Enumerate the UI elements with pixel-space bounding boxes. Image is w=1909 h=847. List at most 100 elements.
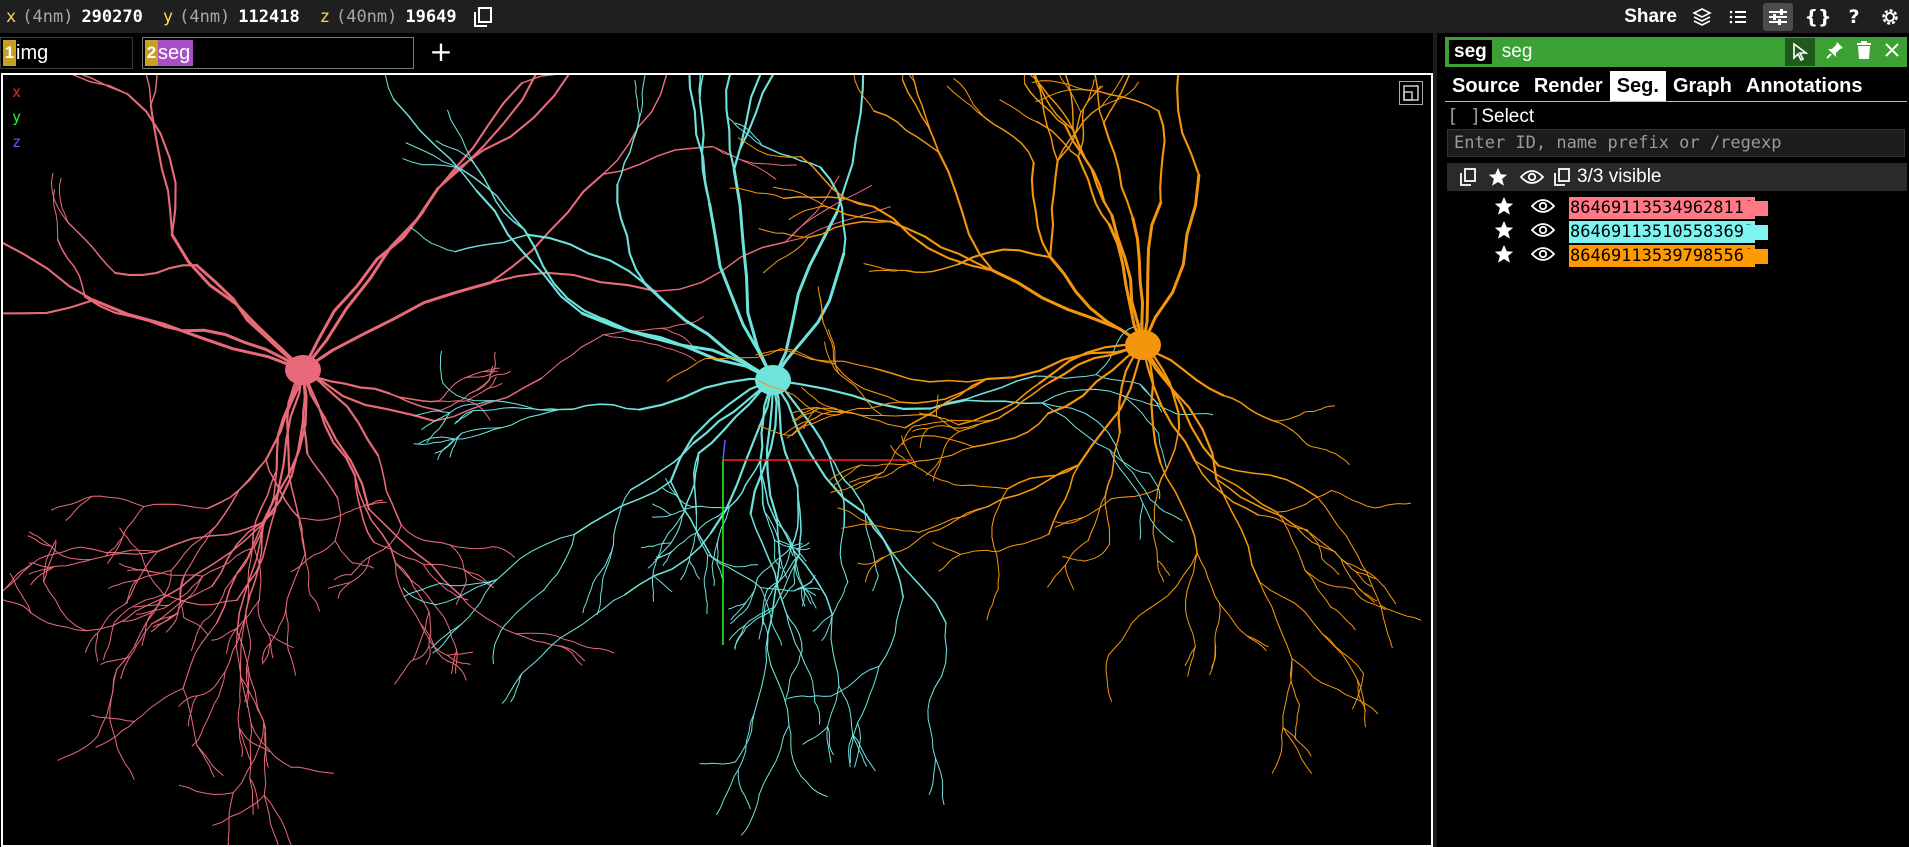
neurite [196, 744, 224, 776]
neurite [1029, 75, 1037, 81]
tab-annotations[interactable]: Annotations [1739, 71, 1870, 101]
tab-graph[interactable]: Graph [1666, 71, 1739, 101]
neurite [190, 620, 204, 652]
coord-x-value[interactable]: 290270 [81, 7, 142, 27]
segment-id[interactable]: 864691135105583693 [1569, 221, 1756, 243]
neurite [285, 552, 306, 610]
maximize-icon[interactable] [1399, 81, 1423, 105]
json-icon[interactable]: {} [1804, 6, 1831, 28]
layer-tab-seg[interactable]: 2 seg [142, 37, 414, 69]
sliders-icon[interactable] [1763, 2, 1793, 31]
neurite [1331, 490, 1376, 509]
neurite [771, 622, 783, 646]
neurite [616, 183, 647, 286]
neurite [515, 633, 558, 646]
neurite [1105, 654, 1113, 702]
segment-color-swatch[interactable] [1744, 225, 1768, 240]
segment-id[interactable]: 864691135349628119 [1569, 197, 1756, 219]
neurite [641, 545, 654, 549]
select-checkbox[interactable]: [ ] [1447, 105, 1481, 127]
trash-icon[interactable] [1855, 40, 1873, 64]
star-icon[interactable] [1493, 219, 1515, 245]
tab-source[interactable]: Source [1445, 71, 1527, 101]
share-button[interactable]: Share [1624, 6, 1677, 28]
star-icon[interactable] [1493, 195, 1515, 221]
coord-z-value[interactable]: 19649 [405, 7, 456, 27]
neurite [57, 735, 99, 761]
neurite [442, 657, 467, 681]
neurite [1222, 394, 1275, 422]
help-icon[interactable]: ? [1843, 6, 1865, 28]
neurite [263, 794, 292, 845]
neurite [1196, 552, 1221, 604]
pin-icon[interactable] [1825, 40, 1845, 64]
neurite [411, 645, 430, 661]
neurite [993, 546, 1000, 590]
close-icon[interactable] [1883, 41, 1901, 63]
neurite [905, 263, 959, 274]
neurite [239, 609, 247, 678]
neurite [680, 560, 690, 581]
neurite [227, 792, 234, 845]
coord-y[interactable]: y (4nm) 112418 [163, 7, 314, 27]
coord-y-value[interactable]: 112418 [238, 7, 299, 27]
neurite [812, 613, 834, 632]
layer-tab-img[interactable]: 1 img [0, 37, 133, 69]
neurite [783, 196, 875, 208]
select-toggle[interactable]: [ ]Select [1447, 105, 1534, 128]
layer-name: img [16, 42, 49, 64]
segment-color-swatch[interactable] [1744, 201, 1768, 216]
neurite [170, 524, 218, 572]
eye-icon[interactable] [1530, 198, 1556, 218]
neurite [121, 506, 145, 539]
pick-cursor-icon[interactable] [1785, 38, 1815, 66]
3d-viewer[interactable]: x y z [1, 73, 1433, 847]
eye-icon[interactable] [1530, 222, 1556, 242]
copy-visible-icon[interactable] [1551, 168, 1573, 186]
segment-id[interactable]: 864691135397985569 [1569, 245, 1756, 267]
settings-icon[interactable] [1879, 6, 1901, 28]
neurite [997, 381, 1051, 420]
coord-z[interactable]: z (40nm) 19649 [320, 7, 471, 27]
neurite [1047, 564, 1066, 588]
neurite [206, 458, 267, 510]
neurite [1034, 374, 1097, 379]
copy-icon[interactable] [1453, 168, 1483, 186]
neurite [699, 761, 736, 765]
neurite [212, 794, 265, 826]
panel-header: seg seg [1445, 37, 1907, 67]
star-icon[interactable] [1493, 243, 1515, 269]
copy-icon[interactable] [473, 6, 493, 27]
segment-search-input[interactable]: Enter ID, name prefix or /regexp [1447, 129, 1905, 157]
neurite [129, 623, 153, 658]
neurite [766, 633, 790, 726]
segment-color-swatch[interactable] [1744, 249, 1768, 264]
eye-icon[interactable] [1517, 169, 1547, 185]
neurite [652, 503, 672, 516]
star-icon[interactable] [1483, 166, 1513, 188]
coord-x[interactable]: x (4nm) 290270 [6, 7, 157, 27]
tab-seg[interactable]: Seg. [1609, 71, 1666, 101]
neurite [1215, 478, 1295, 526]
neurite [257, 599, 269, 635]
tab-render[interactable]: Render [1527, 71, 1610, 101]
neurite [53, 559, 92, 568]
neurite [490, 371, 511, 378]
neurite [71, 75, 129, 95]
neurite [830, 613, 840, 687]
neurite [652, 514, 672, 518]
neurite [224, 609, 247, 673]
neurite [468, 376, 492, 395]
neurite [1102, 121, 1134, 220]
add-layer-button[interactable]: + [427, 37, 455, 67]
neurite [1176, 412, 1214, 416]
neurite [440, 393, 470, 412]
layer-name-field[interactable]: seg [1502, 41, 1533, 63]
eye-icon[interactable] [1530, 246, 1556, 266]
layers-icon[interactable] [1691, 6, 1713, 28]
list-icon[interactable] [1727, 6, 1749, 28]
neurite [1214, 602, 1221, 643]
neurite [1340, 558, 1359, 588]
neurite [728, 459, 762, 508]
neurite [449, 432, 463, 458]
